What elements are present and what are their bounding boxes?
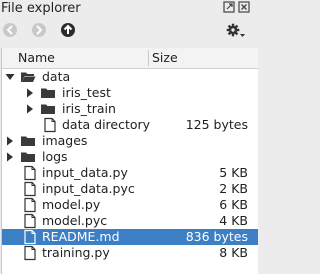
folder-row[interactable]: images (2, 133, 258, 149)
close-icon[interactable] (238, 1, 250, 13)
file-name: iris_test (62, 85, 111, 100)
file-icon (24, 213, 36, 229)
file-size: 2 KB (219, 181, 248, 196)
file-icon (24, 181, 36, 197)
column-separator[interactable] (148, 50, 149, 66)
file-size: 5 KB (219, 165, 248, 180)
file-row[interactable]: README.md 836 bytes (2, 229, 258, 245)
file-row[interactable]: input_data.py 5 KB (2, 165, 258, 181)
column-header-name[interactable]: Name (18, 48, 55, 68)
window-title: File explorer (1, 1, 81, 16)
file-row[interactable]: model.pyc 4 KB (2, 213, 258, 229)
folder-row[interactable]: iris_test (2, 85, 258, 101)
toolbar (0, 17, 257, 45)
file-row[interactable]: input_data.pyc 2 KB (2, 181, 258, 197)
file-size: 836 bytes (185, 229, 248, 244)
file-size: 8 KB (219, 245, 248, 260)
file-row[interactable]: training.py 8 KB (2, 245, 258, 261)
file-name: input_data.py (42, 165, 128, 180)
folder-icon (41, 88, 55, 98)
expand-arrow-icon[interactable] (24, 87, 36, 99)
file-icon (24, 165, 36, 181)
expand-arrow-icon[interactable] (4, 151, 16, 163)
file-icon (24, 245, 36, 261)
column-header: Name Size (2, 48, 258, 69)
file-row[interactable]: model.py 6 KB (2, 197, 258, 213)
file-size: 6 KB (219, 197, 248, 212)
expand-arrow-icon[interactable] (4, 135, 16, 147)
folder-icon (21, 136, 35, 146)
collapse-arrow-icon[interactable] (4, 71, 16, 83)
folder-row[interactable]: logs (2, 149, 258, 165)
file-size: 125 bytes (185, 117, 248, 132)
file-name: model.py (42, 197, 101, 212)
folder-row[interactable]: data (2, 69, 258, 85)
file-name: README.md (42, 229, 120, 244)
file-name: images (42, 133, 88, 148)
file-name: input_data.pyc (42, 181, 135, 196)
file-size: 4 KB (219, 213, 248, 228)
file-name: training.py (42, 245, 110, 260)
folder-open-icon (21, 72, 36, 82)
parent-directory-icon[interactable] (60, 22, 76, 38)
file-name: logs (42, 149, 68, 164)
expand-arrow-icon[interactable] (24, 103, 36, 115)
undock-icon[interactable] (223, 1, 235, 13)
file-icon (24, 197, 36, 213)
file-icon (44, 117, 56, 133)
file-name: iris_train (62, 101, 116, 116)
file-tree-panel: Name Size data iris_test iris_train data di… (1, 48, 258, 274)
column-header-size[interactable]: Size (152, 48, 178, 68)
forward-arrow-icon[interactable] (31, 22, 47, 38)
folder-row[interactable]: iris_train (2, 101, 258, 117)
folder-icon (41, 104, 55, 114)
file-icon (24, 229, 36, 245)
folder-icon (21, 152, 35, 162)
file-name: model.pyc (42, 213, 108, 228)
file-row[interactable]: data directory 125 bytes (2, 117, 258, 133)
back-arrow-icon[interactable] (2, 22, 18, 38)
file-name: data (42, 69, 71, 84)
file-name: data directory (62, 117, 151, 132)
title-bar: File explorer (0, 0, 257, 17)
gear-options-icon[interactable] (226, 23, 246, 39)
